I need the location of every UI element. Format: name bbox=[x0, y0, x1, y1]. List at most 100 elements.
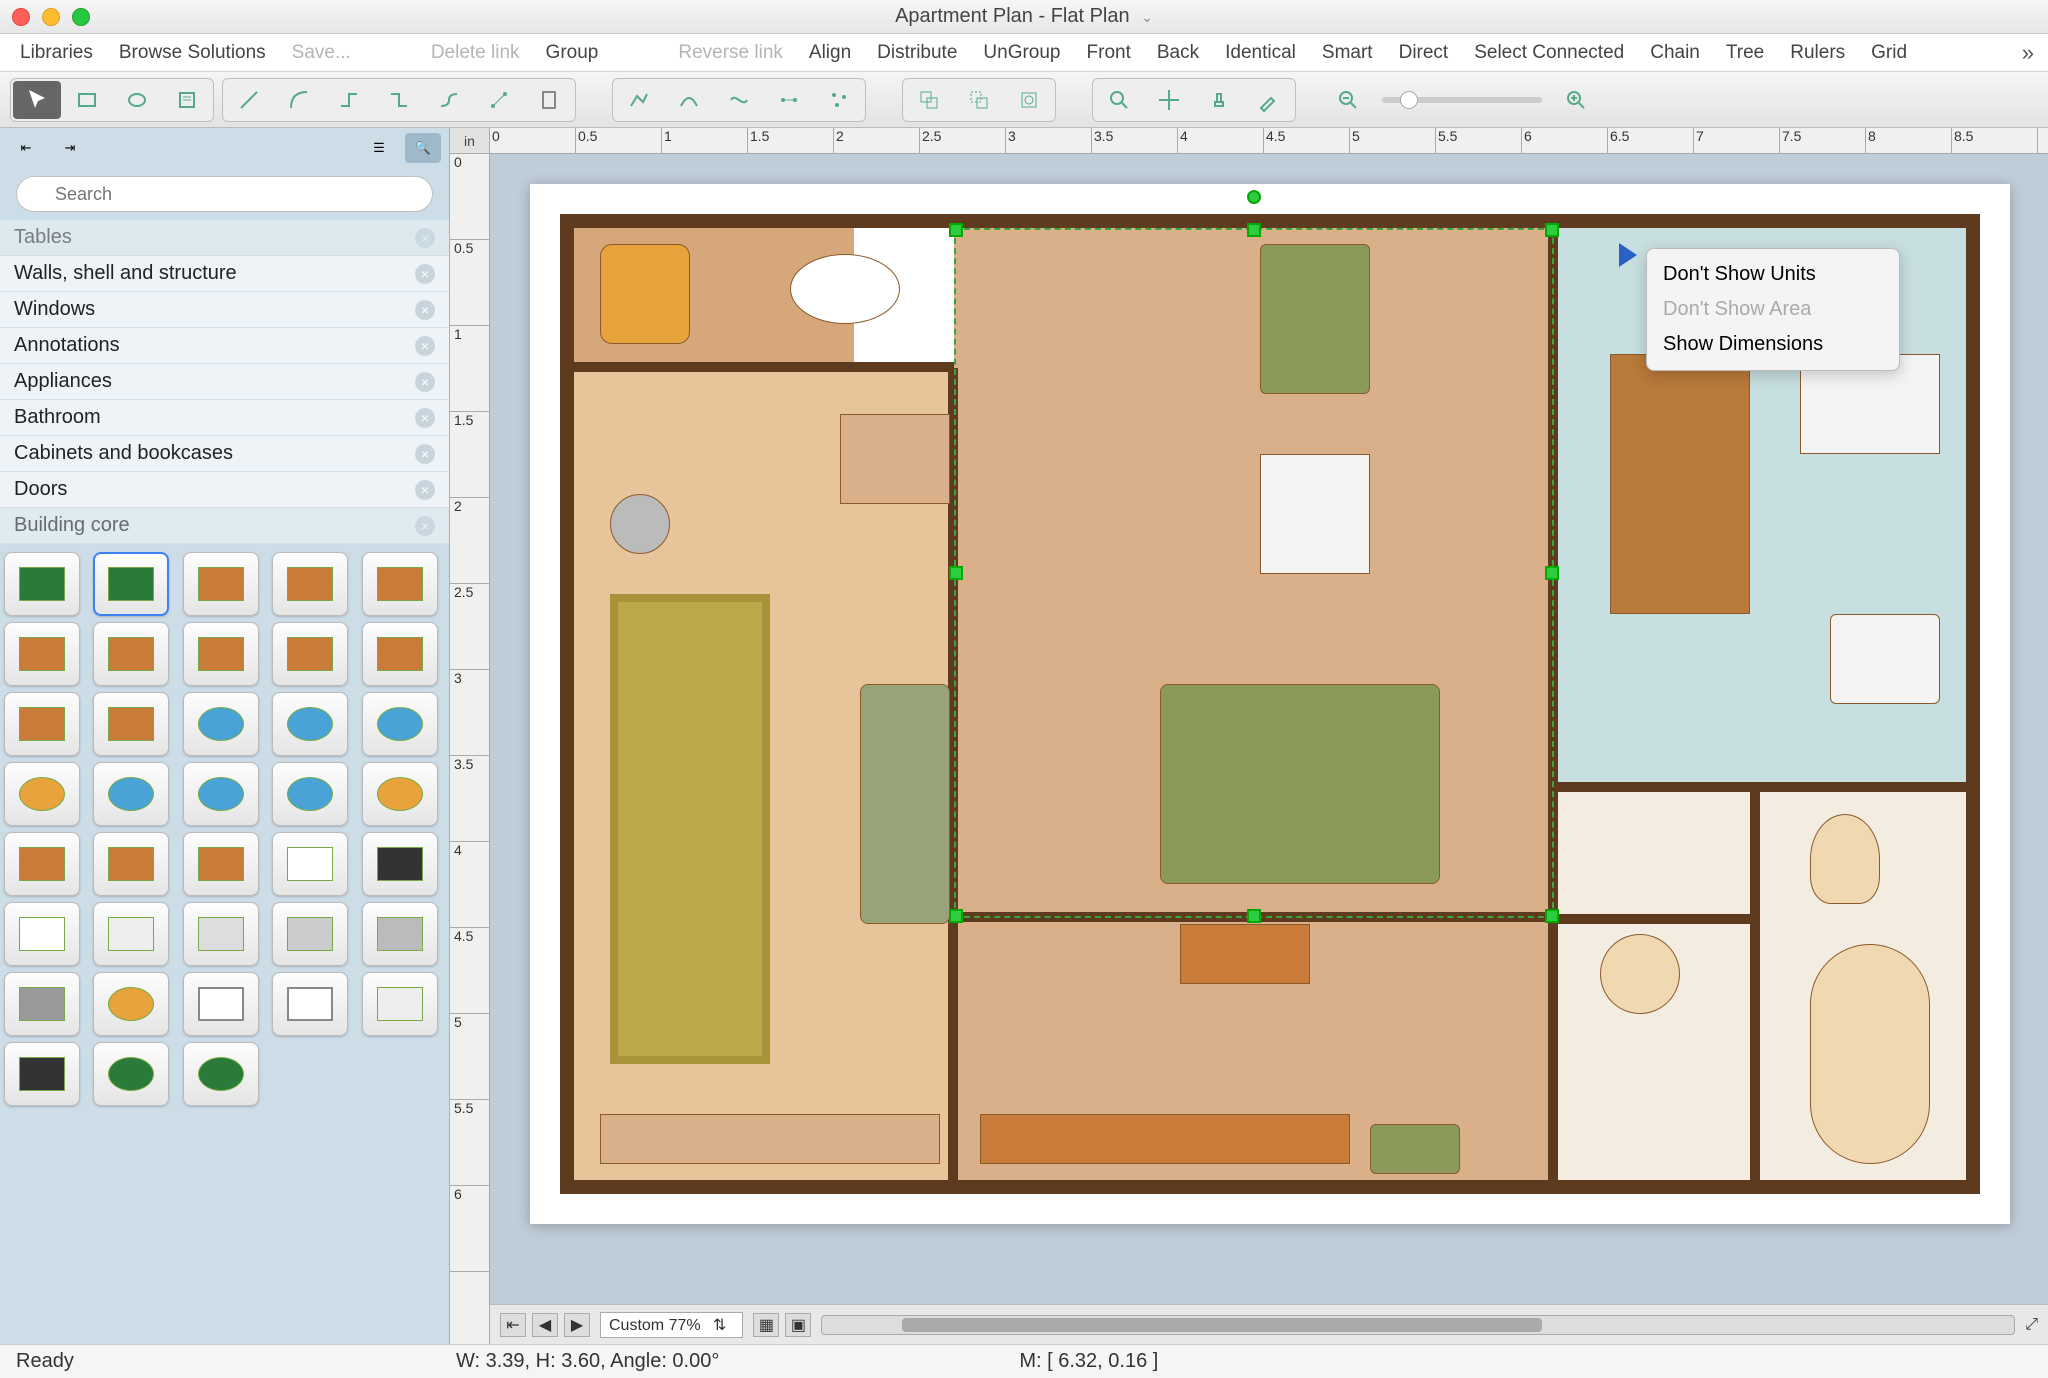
minimize-window-button[interactable] bbox=[42, 8, 60, 26]
menu-align[interactable]: Align bbox=[803, 38, 857, 68]
furniture-dining-table[interactable] bbox=[1610, 354, 1750, 614]
category-tables[interactable]: Tables× bbox=[0, 220, 449, 256]
menu-overflow-icon[interactable]: » bbox=[2022, 40, 2034, 66]
furniture-desk[interactable] bbox=[840, 414, 950, 504]
wall[interactable] bbox=[560, 214, 574, 1194]
tool-connector-2[interactable] bbox=[375, 81, 423, 119]
furniture-couch[interactable] bbox=[1260, 244, 1370, 394]
horizontal-scrollbar[interactable] bbox=[821, 1315, 2015, 1335]
shape-item[interactable] bbox=[362, 622, 438, 686]
menu-rulers[interactable]: Rulers bbox=[1784, 38, 1851, 68]
shape-item[interactable] bbox=[183, 1042, 259, 1106]
furniture-desk-chair[interactable] bbox=[610, 494, 670, 554]
shape-item[interactable] bbox=[4, 762, 80, 826]
tool-eyedropper[interactable] bbox=[1245, 81, 1293, 119]
tool-connector-3[interactable] bbox=[425, 81, 473, 119]
shape-item[interactable] bbox=[4, 552, 80, 616]
close-window-button[interactable] bbox=[12, 8, 30, 26]
menu-identical[interactable]: Identical bbox=[1219, 38, 1302, 68]
close-icon[interactable]: × bbox=[415, 516, 435, 536]
zoom-slider-knob[interactable] bbox=[1400, 91, 1418, 109]
shape-item[interactable] bbox=[183, 972, 259, 1036]
furniture-table-oval[interactable] bbox=[790, 254, 900, 324]
tool-layer-2[interactable] bbox=[955, 81, 1003, 119]
menu-distribute[interactable]: Distribute bbox=[871, 38, 963, 68]
tool-layer-1[interactable] bbox=[905, 81, 953, 119]
shape-item[interactable] bbox=[93, 762, 169, 826]
close-icon[interactable]: × bbox=[415, 228, 435, 248]
menu-item-dont-show-area[interactable]: Don't Show Area bbox=[1663, 292, 1883, 327]
shape-item[interactable] bbox=[362, 832, 438, 896]
category-bathroom[interactable]: Bathroom× bbox=[0, 400, 449, 436]
zoom-out-button[interactable] bbox=[1324, 81, 1372, 119]
shape-item[interactable] bbox=[93, 972, 169, 1036]
furniture-rug[interactable] bbox=[610, 594, 770, 1064]
category-doors[interactable]: Doors× bbox=[0, 472, 449, 508]
furniture-sofa[interactable] bbox=[860, 684, 950, 924]
wall[interactable] bbox=[1966, 214, 1980, 1194]
shape-item[interactable] bbox=[362, 972, 438, 1036]
shape-item[interactable] bbox=[4, 902, 80, 966]
shape-item[interactable] bbox=[362, 692, 438, 756]
tool-stamp[interactable] bbox=[1195, 81, 1243, 119]
drawing-page[interactable]: Don't Show Units Don't Show Area Show Di… bbox=[530, 184, 2010, 1224]
tool-text[interactable] bbox=[163, 81, 211, 119]
shape-item[interactable] bbox=[272, 692, 348, 756]
smart-tag-icon[interactable] bbox=[1619, 243, 1637, 267]
shape-item[interactable] bbox=[362, 552, 438, 616]
shape-item[interactable] bbox=[4, 1042, 80, 1106]
shape-item[interactable] bbox=[93, 622, 169, 686]
furniture-sectional[interactable] bbox=[1160, 684, 1440, 884]
view-grid-button[interactable]: ▦ bbox=[753, 1313, 779, 1337]
page-next-button[interactable]: ▶ bbox=[564, 1313, 590, 1337]
menu-tree[interactable]: Tree bbox=[1720, 38, 1770, 68]
tool-zoom[interactable] bbox=[1095, 81, 1143, 119]
tool-spline[interactable] bbox=[715, 81, 763, 119]
zoom-slider-track[interactable] bbox=[1382, 97, 1542, 103]
menu-select-connected[interactable]: Select Connected bbox=[1468, 38, 1630, 68]
sidebar-tab-toggle[interactable]: ⇤ bbox=[8, 133, 44, 163]
tool-connector-1[interactable] bbox=[325, 81, 373, 119]
fit-page-button[interactable]: ⤢ bbox=[2025, 1316, 2038, 1334]
tool-ellipse[interactable] bbox=[113, 81, 161, 119]
view-thumb-button[interactable]: ▣ bbox=[785, 1313, 811, 1337]
furniture-basin[interactable] bbox=[1600, 934, 1680, 1014]
shape-item[interactable] bbox=[272, 902, 348, 966]
ruler-horizontal[interactable]: 00.511.522.533.544.555.566.577.588.5 bbox=[490, 128, 2048, 154]
shape-item[interactable] bbox=[183, 902, 259, 966]
tool-layer-3[interactable] bbox=[1005, 81, 1053, 119]
furniture-coffee-table[interactable] bbox=[1180, 924, 1310, 984]
close-icon[interactable]: × bbox=[415, 408, 435, 428]
shape-item[interactable] bbox=[4, 692, 80, 756]
tool-rectangle[interactable] bbox=[63, 81, 111, 119]
shape-item[interactable] bbox=[362, 902, 438, 966]
tool-nodes[interactable] bbox=[765, 81, 813, 119]
furniture-armchair[interactable] bbox=[600, 244, 690, 344]
sidebar-tab-list[interactable]: ☰ bbox=[361, 133, 397, 163]
shape-item[interactable] bbox=[4, 972, 80, 1036]
menu-delete-link[interactable]: Delete link bbox=[425, 38, 526, 68]
category-appliances[interactable]: Appliances× bbox=[0, 364, 449, 400]
tool-curve[interactable] bbox=[665, 81, 713, 119]
shape-item[interactable] bbox=[272, 622, 348, 686]
menu-browse-solutions[interactable]: Browse Solutions bbox=[113, 38, 272, 68]
shape-item[interactable] bbox=[272, 762, 348, 826]
shape-item[interactable] bbox=[183, 622, 259, 686]
shape-item[interactable] bbox=[272, 972, 348, 1036]
wall[interactable] bbox=[1554, 782, 1966, 792]
tool-scatter[interactable] bbox=[815, 81, 863, 119]
scrollbar-thumb[interactable] bbox=[902, 1318, 1542, 1332]
ruler-vertical[interactable]: 00.511.522.533.544.555.56 bbox=[450, 154, 490, 1344]
wall[interactable] bbox=[1554, 914, 1760, 924]
tool-polyline[interactable] bbox=[615, 81, 663, 119]
sidebar-tab-collapse[interactable]: ⇥ bbox=[52, 133, 88, 163]
close-icon[interactable]: × bbox=[415, 336, 435, 356]
furniture-ottoman[interactable] bbox=[1370, 1124, 1460, 1174]
shape-item[interactable] bbox=[362, 762, 438, 826]
menu-item-dont-show-units[interactable]: Don't Show Units bbox=[1663, 257, 1883, 292]
shape-item[interactable] bbox=[272, 552, 348, 616]
menu-item-show-dimensions[interactable]: Show Dimensions bbox=[1663, 327, 1883, 362]
category-building-core[interactable]: Building core× bbox=[0, 508, 449, 544]
ruler-unit-label[interactable]: in bbox=[450, 128, 490, 154]
shape-item[interactable] bbox=[183, 552, 259, 616]
